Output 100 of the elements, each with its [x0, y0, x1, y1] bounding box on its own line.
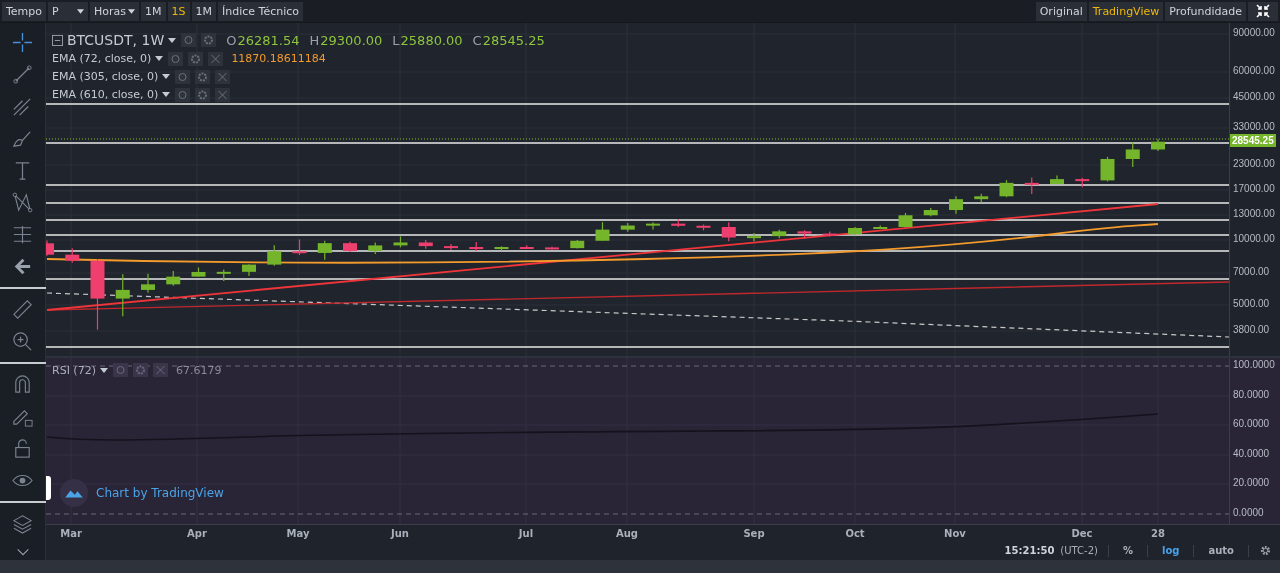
- candlestick: [469, 241, 484, 252]
- candlestick: [393, 235, 408, 248]
- caret-icon[interactable]: [128, 9, 136, 14]
- candlestick: [141, 273, 155, 294]
- time-tick-label: Oct: [845, 528, 865, 539]
- candlestick: [545, 246, 559, 251]
- candlestick: [1151, 138, 1165, 152]
- candlestick: [721, 221, 736, 242]
- collapse-legend-icon[interactable]: [52, 34, 63, 46]
- time-tick-label: Jun: [391, 528, 409, 539]
- period-label: Tempo: [2, 1, 47, 21]
- candlestick: [570, 239, 585, 250]
- rsi-tick-label: 20.0000: [1233, 477, 1270, 488]
- measure-icon[interactable]: [11, 223, 34, 246]
- collapse-handle[interactable]: [46, 476, 51, 500]
- rsi-tick-label: 80.0000: [1233, 389, 1270, 400]
- scale-button[interactable]: log: [1158, 545, 1184, 557]
- ohlc-value: 25880.00: [400, 32, 463, 48]
- candlestick: [1024, 176, 1039, 195]
- rsi-tick-label: 40.0000: [1233, 448, 1270, 459]
- view-tab[interactable]: Profundidade: [1165, 1, 1246, 21]
- candlestick: [242, 263, 256, 277]
- settings-button[interactable]: [188, 51, 204, 66]
- price-tick-label: 3800.00: [1233, 324, 1270, 335]
- candlestick: [519, 244, 534, 250]
- branding-link[interactable]: Chart by TradingView: [96, 486, 224, 500]
- timezone-label[interactable]: (UTC-2): [1060, 545, 1098, 557]
- candlestick: [595, 221, 610, 242]
- price-tick-label: 13000.00: [1233, 208, 1275, 219]
- candlestick: [822, 231, 837, 237]
- indicators-button[interactable]: Índice Técnico: [218, 1, 304, 21]
- candlestick: [696, 224, 711, 231]
- candlestick: [317, 240, 332, 261]
- candlestick: [949, 195, 963, 215]
- caret-icon[interactable]: [155, 56, 164, 61]
- dashed-trend-line[interactable]: [46, 292, 1229, 338]
- indicator-name[interactable]: EMA (305, close, 0): [52, 70, 159, 83]
- mountain-logo-icon[interactable]: [60, 479, 88, 507]
- price-tick-label: 17000.00: [1233, 183, 1275, 194]
- candlestick: [267, 244, 282, 267]
- candlestick: [65, 247, 80, 264]
- indicator-value: 67.6179: [175, 363, 222, 377]
- time-tick-label: Sep: [743, 528, 765, 539]
- price-tick-label: 45000.00: [1233, 91, 1275, 102]
- candlestick: [671, 218, 686, 228]
- time-tick-label: Jul: [518, 528, 534, 539]
- candlestick: [343, 241, 357, 253]
- scale-button[interactable]: auto: [1204, 545, 1238, 557]
- indicator-name[interactable]: EMA (610, close, 0): [52, 88, 159, 101]
- time-tick-label: Mar: [60, 528, 82, 539]
- scale-button[interactable]: %: [1118, 545, 1137, 557]
- indicator-name[interactable]: RSI (72): [52, 363, 96, 377]
- candlestick: [46, 239, 54, 257]
- caret-icon[interactable]: [99, 367, 108, 373]
- ohlc-key: L: [392, 32, 400, 48]
- symbol-title[interactable]: BTCUSDT, 1W: [67, 32, 165, 48]
- ruler-icon[interactable]: [11, 298, 34, 321]
- pattern-icon[interactable]: [11, 191, 34, 214]
- interval-dropdown[interactable]: Horas: [90, 1, 140, 21]
- last-price-badge: 28545.25: [1230, 134, 1276, 147]
- view-tab[interactable]: Original: [1035, 1, 1087, 21]
- price-tick-label: 5000.00: [1233, 298, 1270, 309]
- caret-icon[interactable]: [168, 37, 177, 43]
- candlestick: [216, 269, 231, 282]
- price-tick-label: 60000.00: [1233, 65, 1275, 76]
- candlestick: [974, 193, 989, 204]
- price-tick-label: 7000.00: [1233, 266, 1270, 277]
- exit-fullscreen-button[interactable]: [1248, 1, 1278, 21]
- zoom-in-icon[interactable]: [11, 330, 34, 353]
- candlestick: [1100, 156, 1115, 182]
- candlestick: [444, 243, 458, 251]
- candlestick: [191, 266, 206, 278]
- caret-icon[interactable]: [162, 92, 171, 97]
- time-tick-label: Dec: [1071, 528, 1093, 539]
- time-tick-label: Apr: [187, 528, 207, 539]
- trend-line-icon[interactable]: [11, 63, 34, 86]
- period-select[interactable]: P: [48, 1, 89, 21]
- indicator-value: 11870.18611184: [231, 52, 326, 65]
- interval-button[interactable]: 1M: [141, 1, 166, 21]
- caret-icon[interactable]: [162, 74, 171, 79]
- indicator-name[interactable]: EMA (72, close, 0): [52, 52, 152, 65]
- settings-icon[interactable]: [1259, 544, 1272, 558]
- view-tab[interactable]: TradingView: [1088, 1, 1164, 21]
- interval-button[interactable]: 1S: [167, 1, 190, 21]
- candlestick: [646, 221, 660, 231]
- time-tick-label: May: [286, 528, 310, 539]
- ohlc-value: 28545.25: [482, 32, 545, 48]
- settings-button[interactable]: [195, 69, 211, 84]
- caret-icon[interactable]: [77, 8, 85, 14]
- settings-button[interactable]: [201, 33, 217, 47]
- settings-button[interactable]: [195, 87, 211, 102]
- layers-icon[interactable]: [11, 512, 34, 535]
- collapse-icon: [1256, 4, 1270, 18]
- candlestick: [747, 232, 761, 242]
- candlestick: [166, 270, 181, 287]
- candlestick: [923, 207, 938, 217]
- rsi-tick-label: 60.0000: [1233, 418, 1270, 429]
- crosshair-icon[interactable]: [11, 31, 34, 54]
- settings-button[interactable]: [132, 363, 148, 377]
- interval-button[interactable]: 1M: [191, 1, 217, 21]
